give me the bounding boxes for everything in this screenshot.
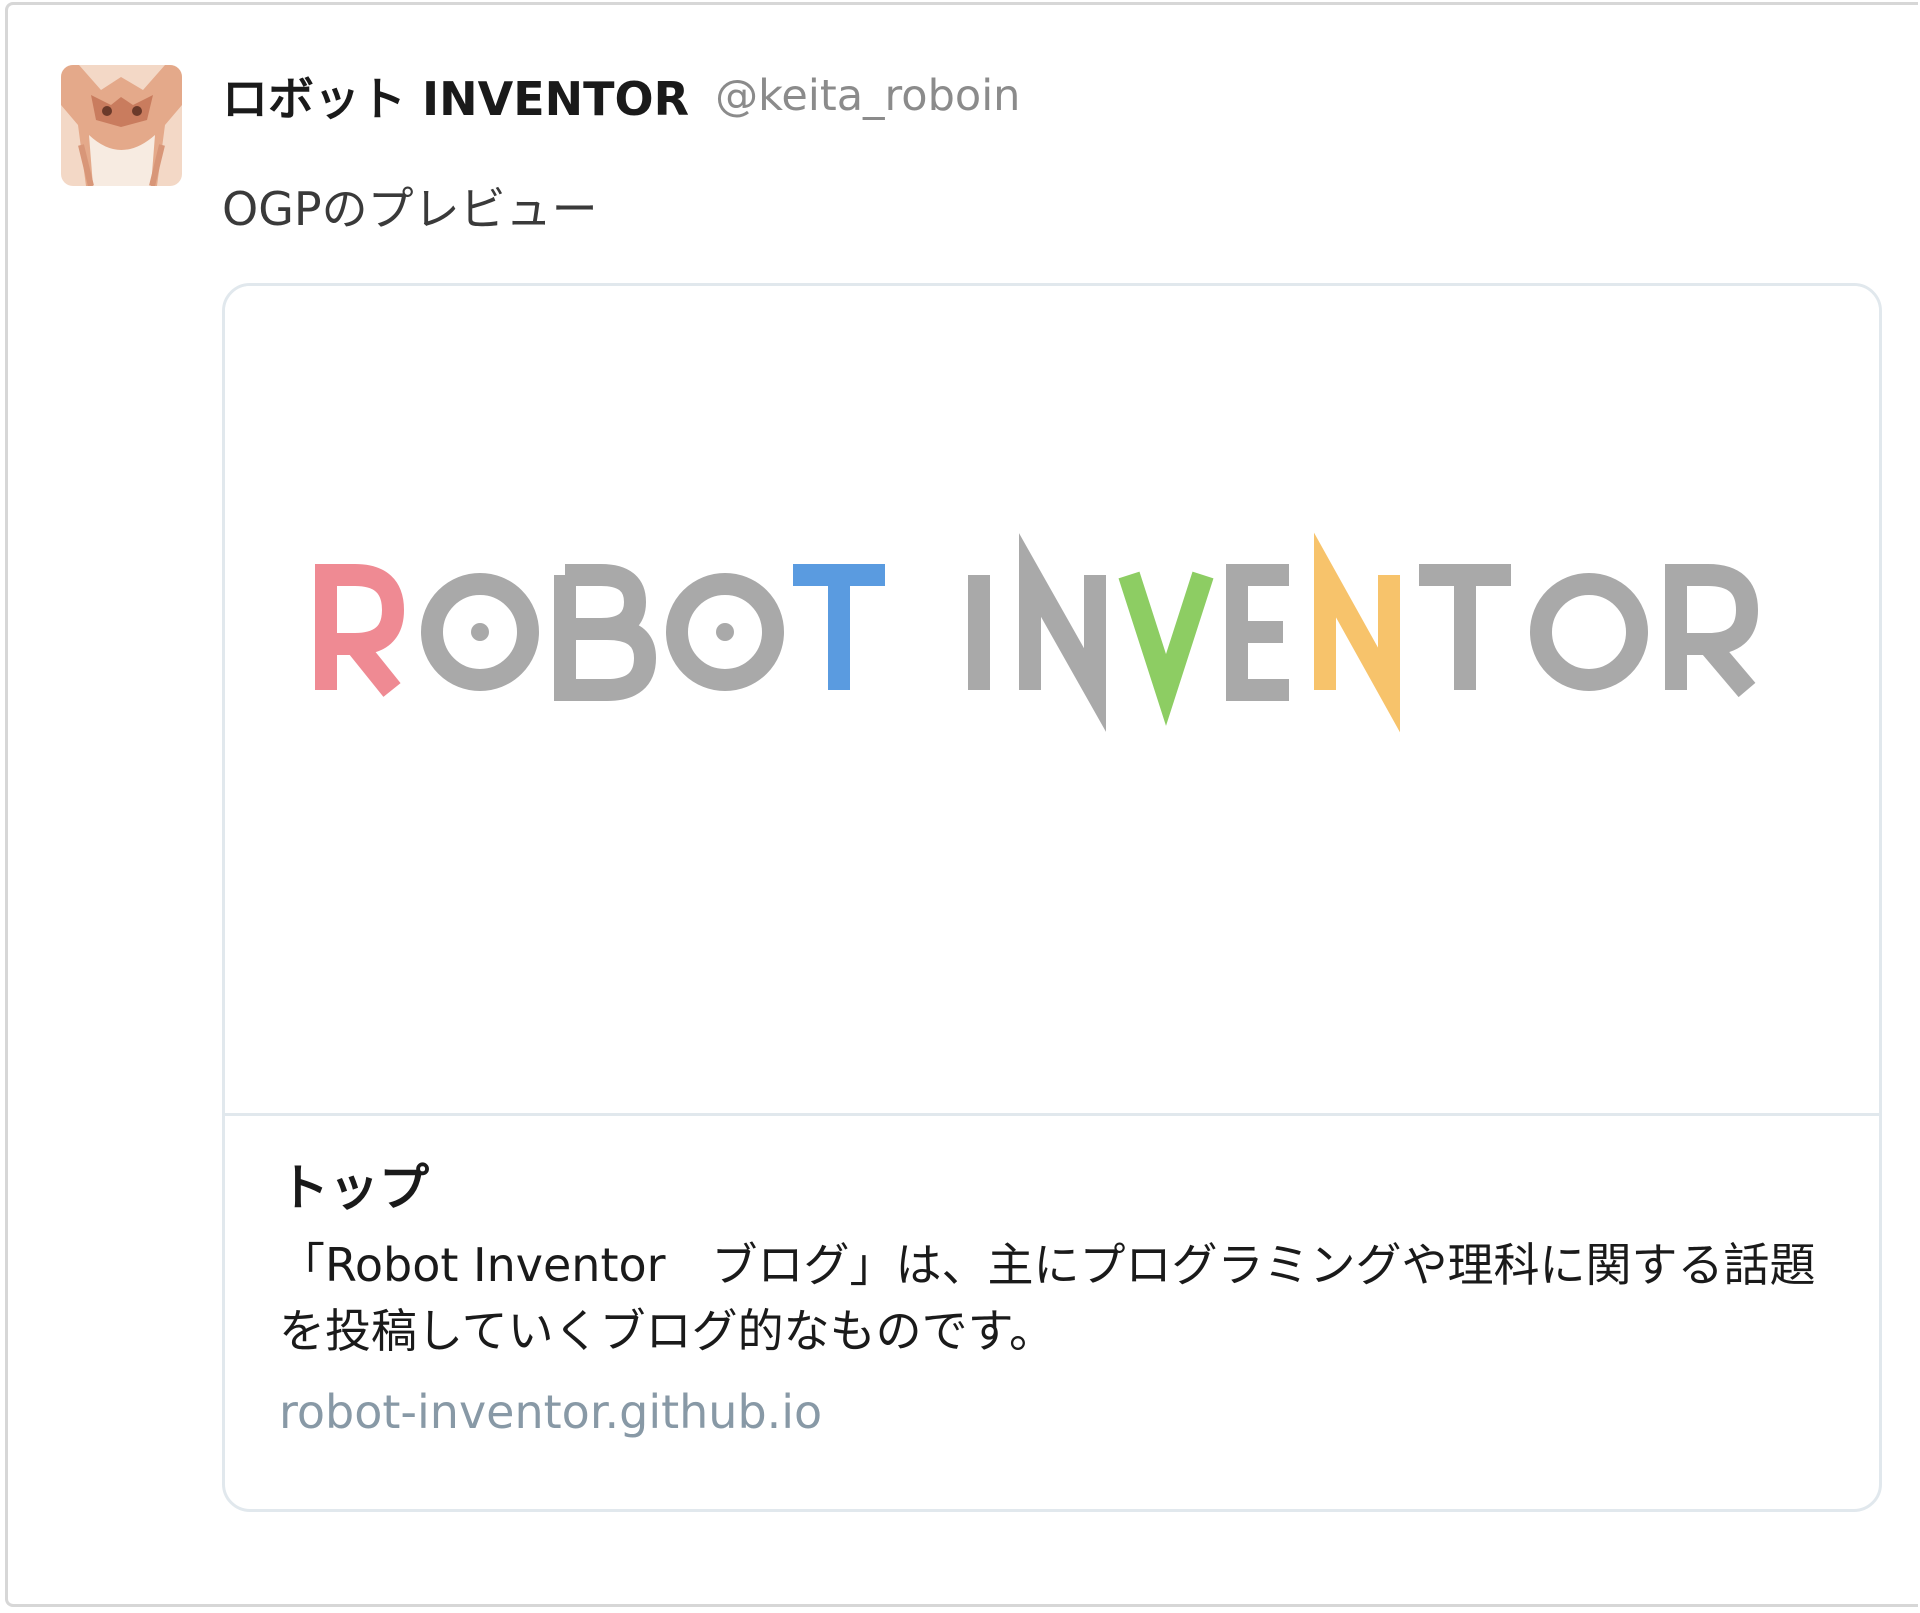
avatar-icon bbox=[61, 65, 182, 186]
logo-letter-e bbox=[1226, 564, 1289, 701]
logo-letter-n1 bbox=[1019, 533, 1106, 732]
author-display-name[interactable]: ロボット INVENTOR bbox=[222, 63, 689, 129]
tweet-text: OGPのプレビュー bbox=[222, 182, 598, 236]
tweet-header: ロボット INVENTOR @keita_roboin bbox=[222, 61, 1020, 131]
tweet-container: ロボット INVENTOR @keita_roboin OGPのプレビュー トッ… bbox=[5, 2, 1918, 1607]
logo-letter-o1 bbox=[421, 573, 539, 691]
robot-inventor-logo bbox=[315, 532, 1759, 733]
logo-letter-o3 bbox=[1530, 573, 1648, 691]
logo-letter-o2 bbox=[666, 573, 784, 691]
card-domain: robot-inventor.github.io bbox=[279, 1385, 823, 1439]
logo-letter-t1 bbox=[793, 564, 885, 690]
logo-letter-n2 bbox=[1314, 532, 1400, 733]
card-image[interactable] bbox=[225, 286, 1879, 1116]
logo-letter-t2 bbox=[1419, 564, 1511, 690]
logo-letter-r bbox=[315, 564, 405, 697]
link-card[interactable]: トップ 「Robot Inventor ブログ」は、主にプログラミングや理科に関… bbox=[222, 283, 1882, 1512]
logo-letter-b bbox=[554, 564, 657, 701]
author-handle[interactable]: @keita_roboin bbox=[715, 71, 1020, 121]
logo-letter-v bbox=[1118, 571, 1214, 726]
card-title: トップ bbox=[279, 1159, 429, 1217]
card-body[interactable]: トップ 「Robot Inventor ブログ」は、主にプログラミングや理科に関… bbox=[279, 1156, 1839, 1442]
card-description: 「Robot Inventor ブログ」は、主にプログラミングや理科に関する話題… bbox=[279, 1238, 1816, 1358]
avatar[interactable] bbox=[61, 65, 182, 186]
logo-letter-r2 bbox=[1665, 564, 1759, 698]
